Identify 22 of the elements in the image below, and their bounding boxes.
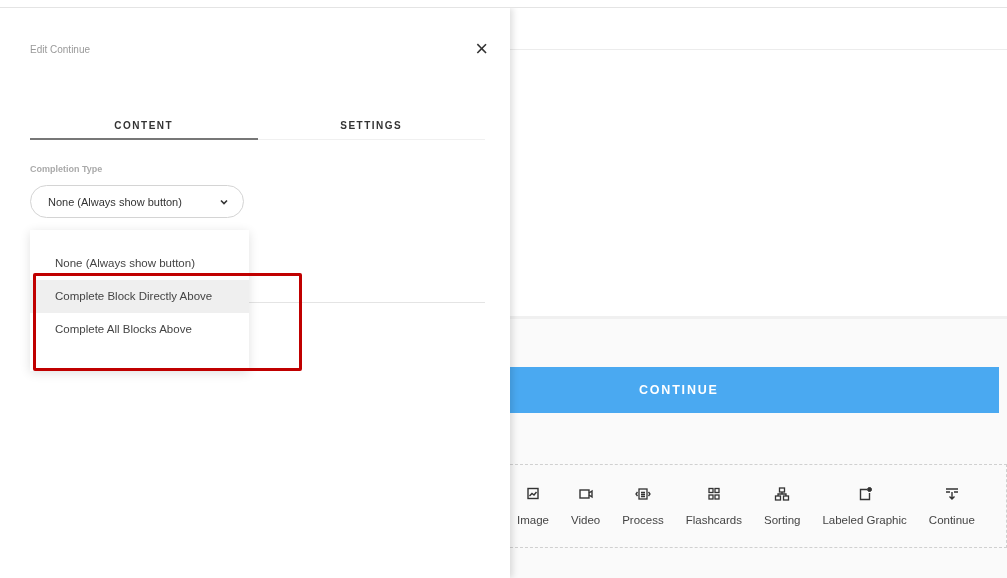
block-label[interactable]: Sorting: [764, 513, 801, 526]
close-button[interactable]: ×: [475, 40, 488, 58]
block-label[interactable]: Image: [517, 513, 549, 526]
tab[interactable]: SETTINGS: [257, 120, 485, 140]
dropdown-option[interactable]: None (Always show button): [30, 247, 249, 280]
caret-icon: [220, 198, 228, 205]
down-arrow-icon: [943, 486, 960, 501]
carousel-icon: [634, 486, 651, 501]
tab[interactable]: CONTENT: [30, 120, 258, 140]
grid-icon: [705, 486, 722, 501]
image-icon: [525, 486, 541, 501]
dropdown-option[interactable]: Complete Block Directly Above: [30, 280, 249, 313]
field-label: Completion Type: [30, 164, 104, 174]
panel-title: Edit Continue: [30, 43, 91, 55]
dropdown-option[interactable]: Complete All Blocks Above: [30, 313, 249, 346]
block-label[interactable]: Video: [570, 513, 601, 526]
block-label[interactable]: Continue: [928, 513, 975, 526]
block-label[interactable]: Flashcards: [685, 513, 742, 526]
block-label[interactable]: Process: [622, 513, 664, 526]
video-camera-icon: [577, 486, 594, 501]
hierarchy-icon: [774, 486, 791, 501]
block-label[interactable]: Labeled Graphic: [822, 513, 907, 526]
